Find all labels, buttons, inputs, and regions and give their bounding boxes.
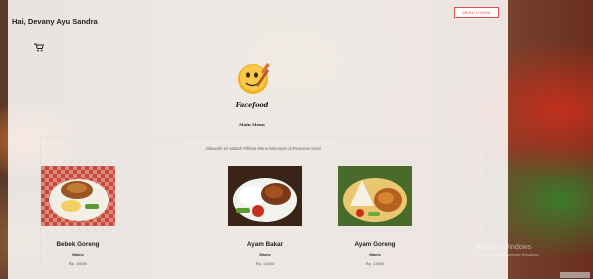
food-image-bebek-goreng [41, 166, 115, 226]
menu-item-name: Ayam Bakar [246, 241, 284, 248]
page-title: Main Menu [239, 122, 265, 127]
watermark-title: Activate Windows [476, 244, 532, 251]
food-image-ayam-goreng [338, 166, 412, 226]
taskbar-fragment [560, 272, 590, 278]
cart-icon[interactable] [34, 43, 44, 52]
watermark-subtitle: Go to Settings to activate Windows. [476, 252, 540, 257]
menu-item-name: Bebek Goreng [56, 241, 100, 248]
menu-card-ayam-bakar[interactable]: Ayam Bakar Manis Rp. 12000 [228, 166, 302, 266]
greeting-text: Hai, Devany Ayu Sandra [12, 17, 98, 26]
menu-item-category: Manis [369, 252, 381, 257]
menu-intro-text: Dibawah ini adalah Pilihan Menu Minuman … [205, 146, 322, 151]
menu-card-bebek-goreng[interactable]: Bebek Goreng Manis Rp. 15000 [41, 166, 115, 266]
menu-item-price: Rp. 12000 [255, 261, 275, 266]
logo-text: Facefood [235, 101, 269, 109]
menu-item-price: Rp. 15000 [68, 261, 88, 266]
menu-item-name: Ayam Goreng [354, 241, 396, 248]
smiley-chef-icon [238, 63, 270, 94]
food-image-ayam-bakar [228, 166, 302, 226]
menu-panel: Dibawah ini adalah Pilihan Menu Minuman … [40, 137, 487, 279]
menu-card-ayam-goreng[interactable]: Ayam Goreng Manis Rp. 12000 [338, 166, 412, 266]
menu-item-price: Rp. 12000 [365, 261, 385, 266]
menu-item-category: Manis [259, 252, 271, 257]
main-menu-button[interactable]: MENU UTAMA [454, 7, 499, 18]
activate-windows-watermark: Activate Windows Go to Settings to activ… [476, 244, 593, 274]
menu-item-category: Manis [72, 252, 84, 257]
